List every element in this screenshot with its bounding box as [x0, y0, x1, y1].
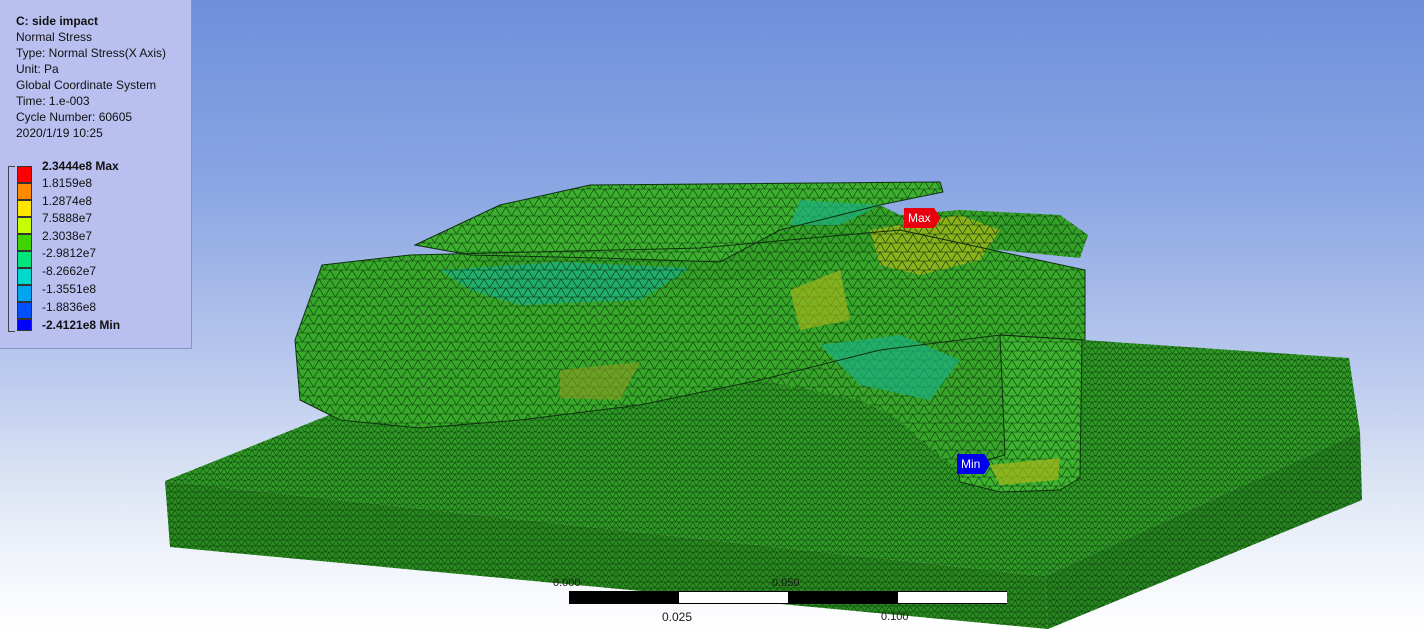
legend-label: -8.2662e7 — [42, 264, 97, 278]
legend-swatch-8 — [17, 302, 32, 319]
legend-label: 2.3038e7 — [42, 229, 93, 243]
legend-bracket — [8, 166, 15, 332]
legend-swatch-0 — [17, 166, 32, 183]
scale-segment — [678, 591, 788, 604]
result-title: C: side impact — [16, 14, 99, 28]
fea-mesh-model[interactable] — [0, 0, 1424, 629]
result-type-line: Normal Stress — [16, 30, 93, 44]
legend-label-min: -2.4121e8 Min — [42, 318, 121, 332]
legend-swatch-7 — [17, 285, 32, 302]
result-coordinate-line: Global Coordinate System — [16, 78, 157, 92]
legend-swatch-3 — [17, 217, 32, 234]
scale-tick-label: 0.050 — [772, 577, 800, 589]
result-info-panel: C: side impact Normal Stress Type: Norma… — [0, 0, 192, 349]
legend-label: 1.8159e8 — [42, 176, 93, 190]
result-time-line: Time: 1.e-003 — [16, 94, 90, 108]
result-date-line: 2020/1/19 10:25 — [16, 126, 103, 140]
result-subtype-line: Type: Normal Stress(X Axis) — [16, 46, 167, 60]
scale-bar — [569, 591, 1007, 604]
scale-label: 0.025 — [662, 610, 693, 624]
legend-label: -2.9812e7 — [42, 246, 97, 260]
legend-swatch-9 — [17, 319, 32, 331]
min-probe-tag[interactable]: Min — [957, 454, 991, 474]
legend-swatch-5 — [17, 251, 32, 268]
legend-label: 7.5888e7 — [42, 211, 93, 225]
scale-segment — [788, 591, 898, 604]
scale-segment — [569, 591, 679, 604]
legend-swatch-6 — [17, 268, 32, 285]
legend-swatch-4 — [17, 234, 32, 251]
result-cycle-line: Cycle Number: 60605 — [16, 110, 133, 124]
legend-label: 1.2874e8 — [42, 194, 93, 208]
legend-swatch-1 — [17, 183, 32, 200]
graphics-viewport[interactable]: C: side impact Normal Stress Type: Norma… — [0, 0, 1424, 629]
legend-swatch-2 — [17, 200, 32, 217]
max-probe-tag[interactable]: Max — [904, 208, 941, 228]
result-unit-line: Unit: Pa — [16, 62, 59, 76]
legend-label: -1.8836e8 — [42, 300, 97, 314]
scale-segment — [897, 591, 1007, 604]
scale-tick-label: 0.100 — [881, 611, 909, 623]
scale-tick-label: 0.000 — [553, 577, 581, 589]
legend-label-max: 2.3444e8 Max — [42, 159, 119, 173]
legend-label: -1.3551e8 — [42, 282, 97, 296]
